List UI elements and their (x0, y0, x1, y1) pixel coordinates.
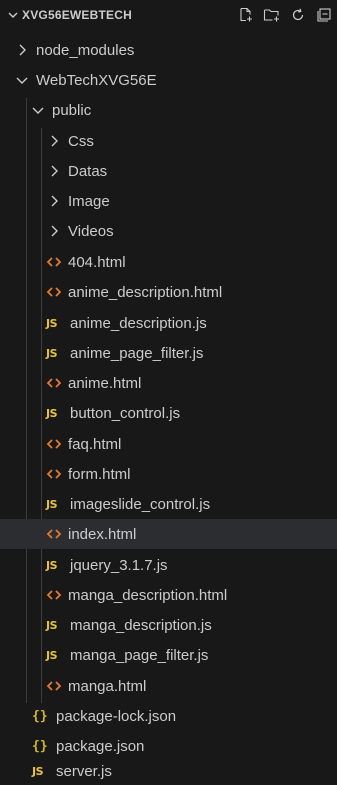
tree-item-label: manga_description.js (70, 616, 212, 634)
tree-item-404-html[interactable]: 404.html (0, 247, 337, 277)
chevron-right-icon (51, 195, 58, 207)
tree-item-form-html[interactable]: form.html (0, 459, 337, 489)
tree-item-label: button_control.js (70, 404, 181, 422)
tree-item-label: imageslide_control.js (70, 495, 211, 513)
tree-item-public-folder[interactable]: public (0, 95, 337, 125)
tree-item-jquery-js[interactable]: JS jquery_3.1.7.js (0, 550, 337, 580)
html-file-icon (46, 439, 62, 449)
tree-item-label: Image (68, 192, 110, 210)
tree-item-label: Videos (68, 222, 114, 240)
explorer-header[interactable]: XVG56EWEBTECH (0, 0, 337, 30)
tree-item-css-folder[interactable]: Css (0, 126, 337, 156)
tree-item-anime-page-filter-js[interactable]: JS anime_page_filter.js (0, 338, 337, 368)
tree-item-label: jquery_3.1.7.js (70, 556, 168, 574)
tree-item-node-modules[interactable]: node_modules (0, 35, 337, 65)
new-folder-icon[interactable] (262, 6, 282, 24)
chevron-down-icon (16, 77, 28, 84)
tree-item-image-folder[interactable]: Image (0, 186, 337, 216)
tree-item-label: anime_description.js (70, 314, 207, 332)
tree-item-package-lock-json[interactable]: {} package-lock.json (0, 701, 337, 731)
html-file-icon (46, 287, 62, 297)
html-file-icon (46, 378, 62, 388)
tree-item-button-control-js[interactable]: JS button_control.js (0, 398, 337, 428)
tree-item-webtech-folder[interactable]: WebTechXVG56E (0, 65, 337, 95)
json-file-icon: {} (32, 738, 48, 754)
chevron-right-icon (51, 135, 58, 147)
tree-item-manga-description-js[interactable]: JS manga_description.js (0, 610, 337, 640)
tree-item-label: faq.html (68, 435, 122, 453)
tree-item-faq-html[interactable]: faq.html (0, 429, 337, 459)
tree-item-manga-html[interactable]: manga.html (0, 671, 337, 701)
tree-item-label: Datas (68, 162, 108, 180)
tree-item-label: package.json (56, 737, 145, 755)
tree-item-imageslide-control-js[interactable]: JS imageslide_control.js (0, 489, 337, 519)
tree-item-label: WebTechXVG56E (36, 71, 157, 89)
tree-item-label: manga.html (68, 677, 147, 695)
tree-item-label: 404.html (68, 253, 126, 271)
tree-item-server-js[interactable]: JS server.js (0, 757, 337, 785)
tree-item-videos-folder[interactable]: Videos (0, 216, 337, 246)
js-file-icon: JS (46, 316, 58, 330)
html-file-icon (46, 469, 62, 479)
html-file-icon (46, 529, 62, 539)
tree-item-label: anime_page_filter.js (70, 344, 204, 362)
tree-item-label: anime.html (68, 374, 142, 392)
js-file-icon: JS (32, 764, 44, 778)
tree-item-label: server.js (56, 762, 112, 780)
chevron-down-icon (32, 107, 44, 114)
js-file-icon: JS (46, 406, 58, 420)
tree-item-label: index.html (68, 525, 137, 543)
tree-item-label: public (52, 101, 92, 119)
js-file-icon: JS (46, 558, 58, 572)
json-file-icon: {} (32, 708, 48, 724)
tree-item-datas-folder[interactable]: Datas (0, 156, 337, 186)
tree-item-manga-description-html[interactable]: manga_description.html (0, 580, 337, 610)
tree-item-label: package-lock.json (56, 707, 177, 725)
refresh-icon[interactable] (288, 6, 308, 24)
chevron-right-icon (19, 44, 26, 56)
html-file-icon (46, 681, 62, 691)
js-file-icon: JS (46, 497, 58, 511)
js-file-icon: JS (46, 648, 58, 662)
html-file-icon (46, 257, 62, 267)
tree-item-anime-description-html[interactable]: anime_description.html (0, 277, 337, 307)
html-file-icon (46, 590, 62, 600)
js-file-icon: JS (46, 346, 58, 360)
chevron-down-icon[interactable] (6, 8, 20, 22)
tree-item-label: form.html (68, 465, 131, 483)
tree-item-anime-html[interactable]: anime.html (0, 368, 337, 398)
tree-item-manga-page-filter-js[interactable]: JS manga_page_filter.js (0, 640, 337, 670)
new-file-icon[interactable] (236, 6, 256, 24)
collapse-all-icon[interactable] (314, 6, 334, 24)
chevron-right-icon (51, 225, 58, 237)
tree-item-label: Css (68, 132, 94, 150)
tree-item-label: anime_description.html (68, 283, 223, 301)
tree-item-index-html[interactable]: index.html (0, 519, 337, 549)
tree-item-label: node_modules (36, 41, 135, 59)
tree-item-anime-description-js[interactable]: JS anime_description.js (0, 308, 337, 338)
workspace-title[interactable]: XVG56EWEBTECH (22, 8, 132, 22)
js-file-icon: JS (46, 618, 58, 632)
chevron-right-icon (51, 165, 58, 177)
file-explorer: XVG56EWEBTECH node_modules WebTechXVG56E… (0, 0, 337, 785)
explorer-actions (236, 6, 334, 24)
tree-item-label: manga_page_filter.js (70, 646, 209, 664)
tree-item-label: manga_description.html (68, 586, 228, 604)
